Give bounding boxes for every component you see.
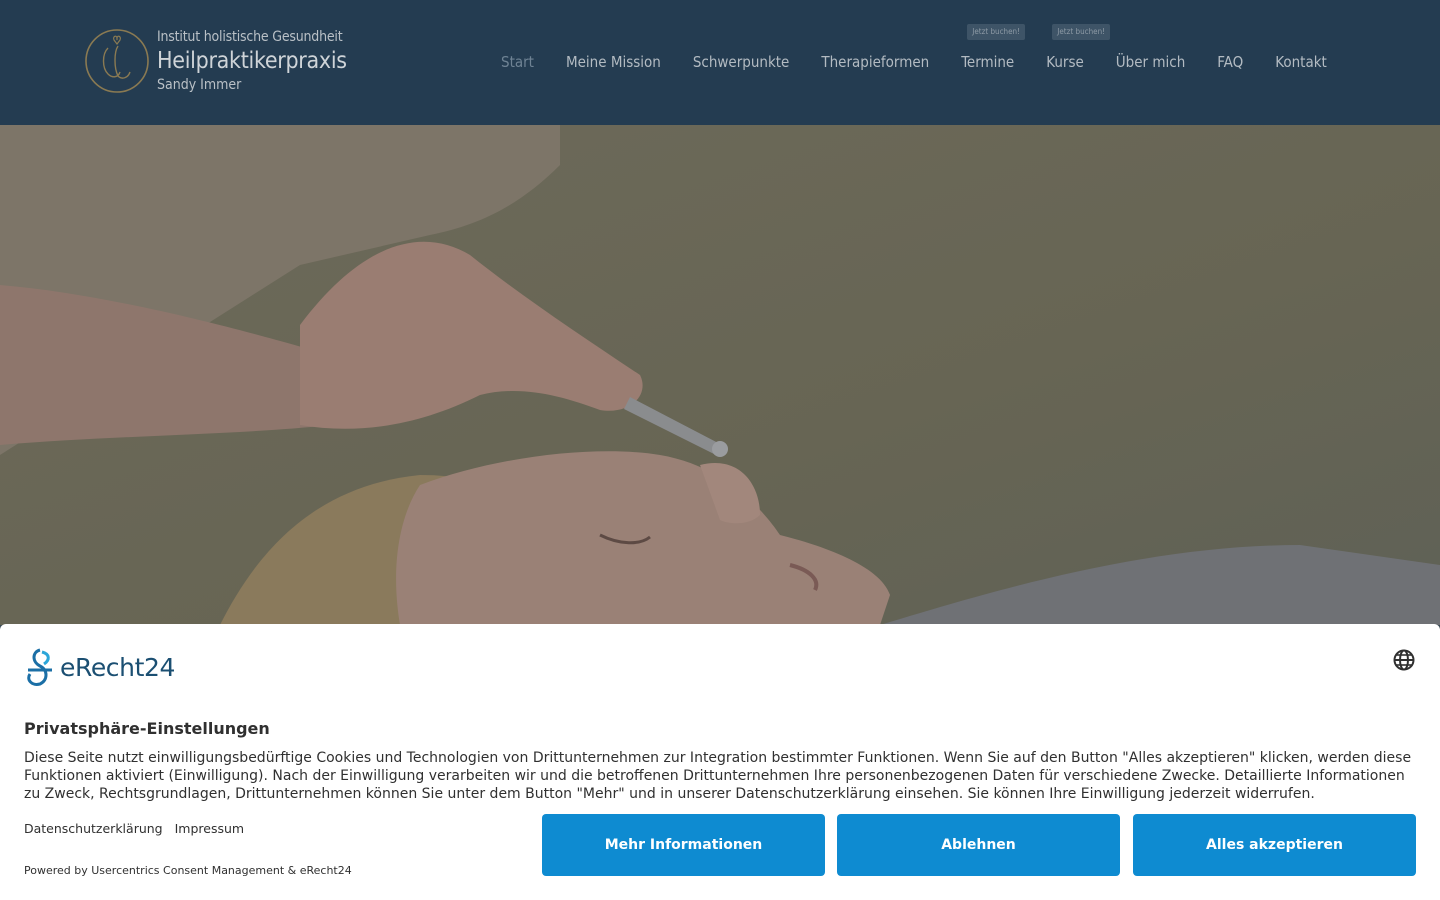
termine-badge: Jetzt buchen! [967,24,1025,40]
nav-item-therapieformen[interactable]: Therapieformen [821,52,929,72]
logo-subtitle: Institut holistische Gesundheit [157,29,343,45]
language-globe-icon[interactable] [1392,648,1416,672]
nav-item-ueber-mich[interactable]: Über mich [1116,52,1185,72]
logo-title: Heilpraktikerpraxis [157,48,347,74]
consent-links: Datenschutzerklärung Impressum [24,821,256,836]
cookie-consent-banner: eRecht24 Privatsphäre-Einstellungen Dies… [0,624,1440,900]
nav-item-faq[interactable]: FAQ [1217,52,1243,72]
consent-description: Diese Seite nutzt einwilligungsbedürftig… [24,750,1412,802]
consent-title: Privatsphäre-Einstellungen [24,719,270,738]
nav-item-kurse-label: Kurse [1046,53,1084,71]
logo-owner: Sandy Immer [157,77,242,93]
nav-item-kurse[interactable]: Jetzt buchen! Kurse [1046,24,1111,72]
more-information-button[interactable]: Mehr Informationen [542,814,825,876]
erecht24-mark-icon [27,648,52,686]
brand-name: eRecht24 [60,652,176,682]
imprint-link[interactable]: Impressum [175,821,244,836]
privacy-policy-link[interactable]: Datenschutzerklärung [24,821,163,836]
kurse-badge: Jetzt buchen! [1052,24,1111,40]
accept-all-button[interactable]: Alles akzeptieren [1133,814,1416,876]
erecht24-logo: eRecht24 [24,648,175,686]
nav-item-termine[interactable]: Jetzt buchen! Termine [961,24,1025,72]
site-logo[interactable]: Institut holistische Gesundheit Heilprak… [84,28,347,94]
deny-button[interactable]: Ablehnen [837,814,1120,876]
nav-item-meine-mission[interactable]: Meine Mission [566,52,661,72]
logo-text: Institut holistische Gesundheit Heilprak… [157,28,347,94]
nav-item-schwerpunkte[interactable]: Schwerpunkte [693,52,790,72]
powered-by-text: Powered by Usercentrics Consent Manageme… [24,864,352,877]
hero-photo-illustration [0,125,1440,625]
main-navigation: Start Meine Mission Schwerpunkte Therapi… [501,24,1327,72]
nav-item-termine-label: Termine [961,53,1015,71]
site-header: Institut holistische Gesundheit Heilprak… [0,0,1440,125]
logo-emblem-icon [85,29,149,93]
hero-image [0,125,1440,625]
nav-item-kontakt[interactable]: Kontakt [1275,52,1327,72]
nav-item-start[interactable]: Start [501,52,534,72]
